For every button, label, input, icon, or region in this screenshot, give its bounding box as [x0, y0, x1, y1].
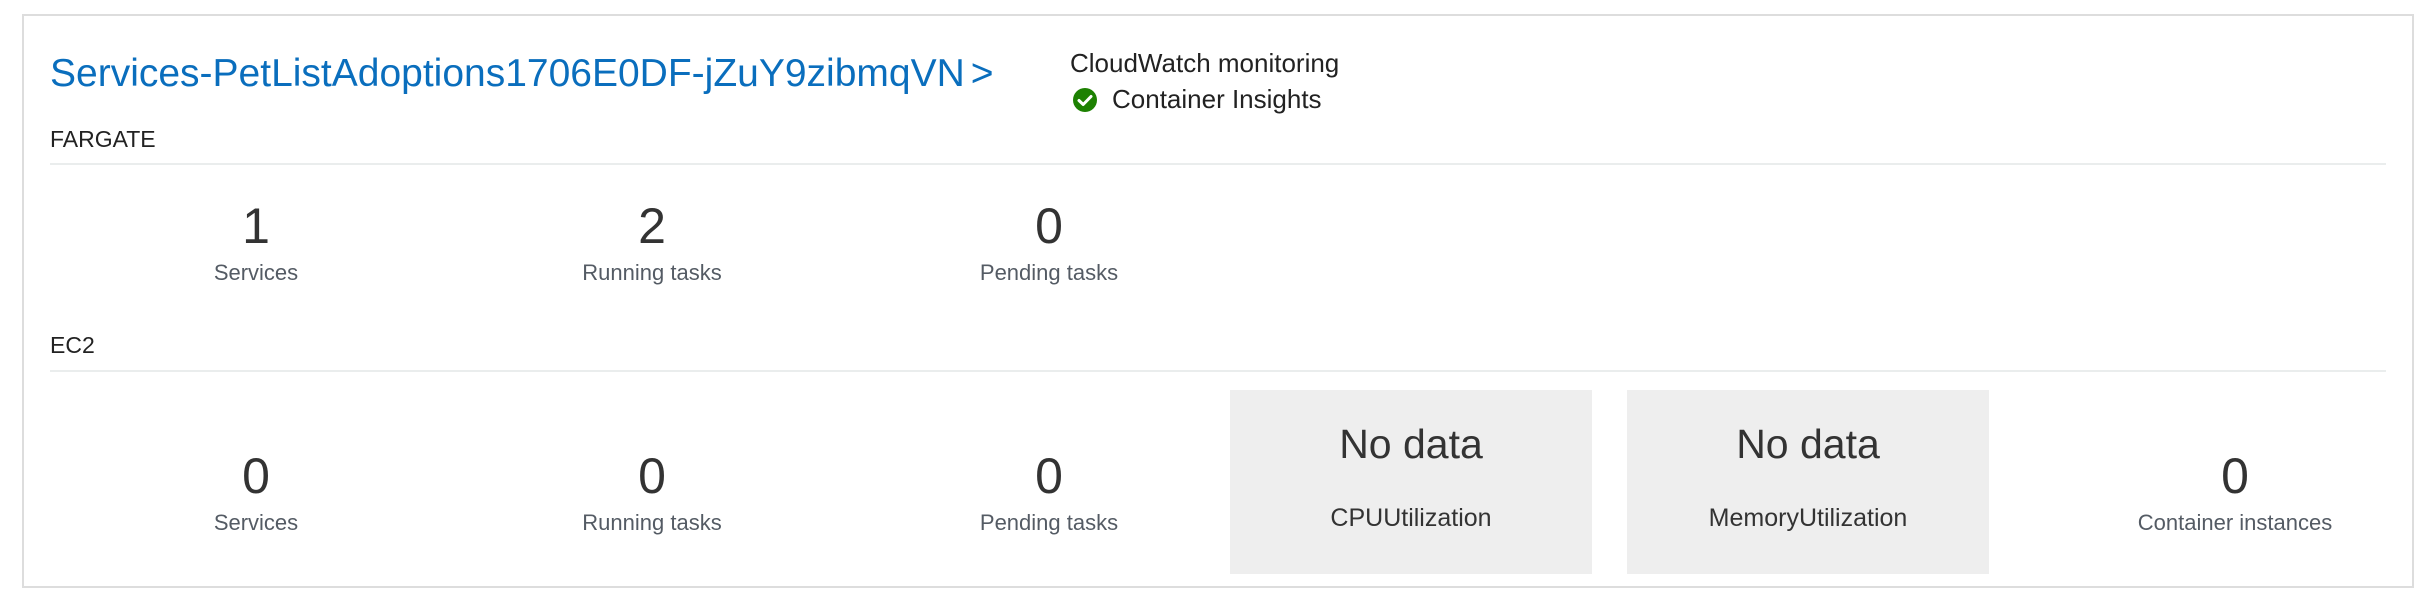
- monitoring-label: CloudWatch monitoring: [1070, 48, 1340, 78]
- stat-label: Running tasks: [582, 510, 722, 535]
- cpu-utilization-metric[interactable]: No data CPUUtilization: [1230, 390, 1592, 574]
- metric-value: No data: [1736, 421, 1880, 467]
- cluster-summary-panel: Services-PetListAdoptions1706E0DF-jZuY9z…: [22, 14, 2414, 588]
- metric-value: No data: [1339, 421, 1483, 467]
- container-insights-status: Container Insights: [1070, 84, 1339, 115]
- stat-label: Running tasks: [582, 260, 722, 285]
- stat-label: Pending tasks: [979, 510, 1119, 535]
- stat-label: Services: [213, 260, 299, 285]
- cloudwatch-monitoring: CloudWatch monitoring Container Insights: [1070, 46, 1339, 115]
- chevron-right-icon: >: [970, 52, 994, 95]
- stat-value: 0: [638, 448, 666, 504]
- fargate-services-stat: 1 Services: [76, 198, 436, 286]
- fargate-divider: [50, 163, 2386, 165]
- ec2-services-stat: 0 Services: [76, 448, 436, 536]
- stat-value: 0: [1035, 198, 1063, 254]
- ec2-section-label: EC2: [50, 332, 95, 358]
- check-circle-icon: [1072, 87, 1098, 113]
- stat-value: 1: [242, 198, 270, 254]
- metric-label: CPUUtilization: [1330, 504, 1492, 532]
- cluster-name: Services-PetListAdoptions1706E0DF-jZuY9z…: [50, 52, 965, 95]
- container-insights-label: Container Insights: [1112, 84, 1322, 114]
- ec2-running-tasks-stat: 0 Running tasks: [472, 448, 832, 536]
- stat-value: 2: [638, 198, 666, 254]
- stat-value: 0: [2221, 448, 2249, 504]
- fargate-running-tasks-stat: 2 Running tasks: [472, 198, 832, 286]
- fargate-section-label: FARGATE: [50, 126, 156, 152]
- ec2-divider: [50, 370, 2386, 372]
- fargate-pending-tasks-stat: 0 Pending tasks: [869, 198, 1229, 286]
- stat-label: Services: [213, 510, 299, 535]
- stat-value: 0: [1035, 448, 1063, 504]
- stat-label: Pending tasks: [979, 260, 1119, 285]
- container-instances-stat: 0 Container instances: [2055, 448, 2415, 536]
- ec2-pending-tasks-stat: 0 Pending tasks: [869, 448, 1229, 536]
- cluster-name-link[interactable]: Services-PetListAdoptions1706E0DF-jZuY9z…: [50, 52, 994, 96]
- stat-value: 0: [242, 448, 270, 504]
- stat-label: Container instances: [2137, 510, 2333, 535]
- memory-utilization-metric[interactable]: No data MemoryUtilization: [1627, 390, 1989, 574]
- metric-label: MemoryUtilization: [1708, 504, 1908, 532]
